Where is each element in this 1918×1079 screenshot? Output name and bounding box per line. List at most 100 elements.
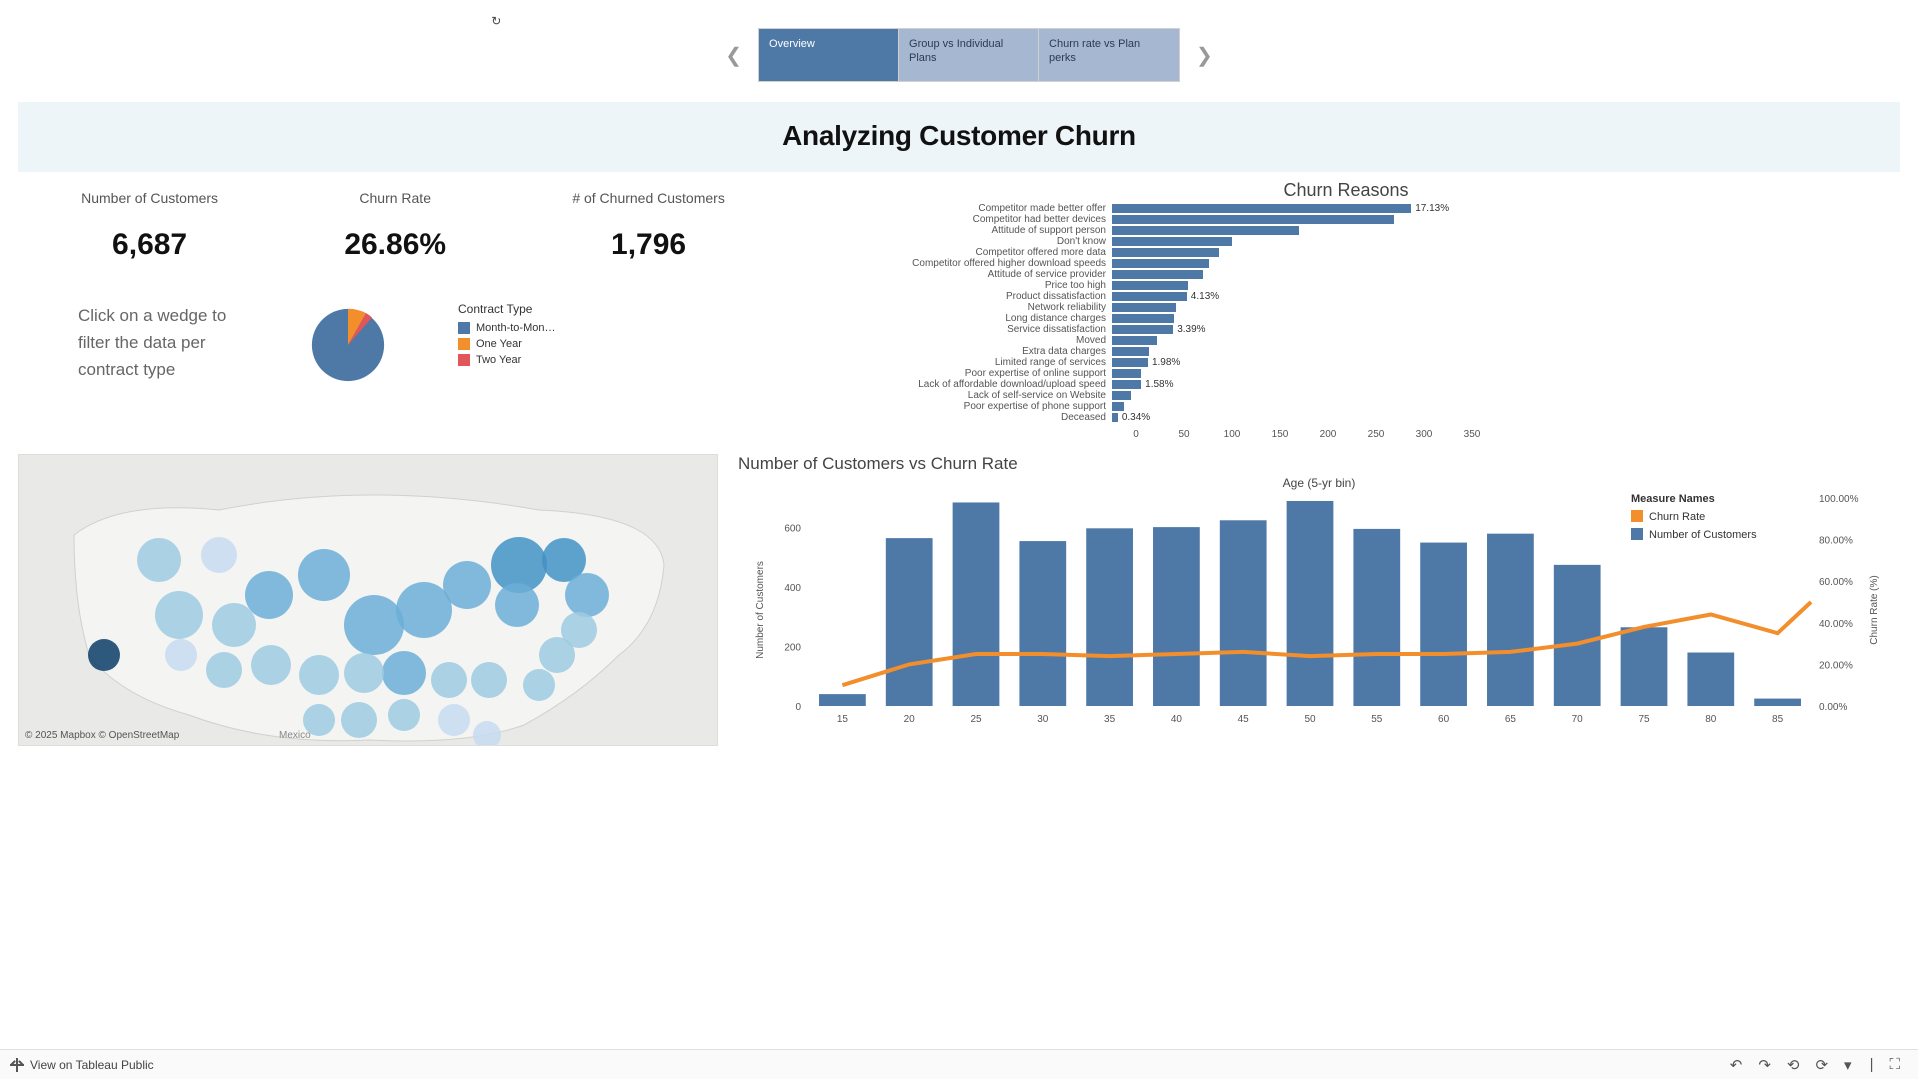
pie-hint-text: Click on a wedge to filter the data per … [18,302,248,388]
reasons-row[interactable]: Product dissatisfaction4.13% [1112,291,1900,302]
svg-text:Number of Customers: Number of Customers [755,561,766,659]
map-bubble[interactable] [382,651,426,695]
map-bubble[interactable] [299,655,339,695]
combo-bar[interactable] [1554,565,1601,706]
tab-overview[interactable]: Overview [759,29,899,81]
reasons-value-label: 3.39% [1177,324,1205,335]
reasons-row[interactable]: Long distance charges [1112,313,1900,324]
map-bubble[interactable] [344,595,404,655]
reasons-row[interactable]: Competitor offered more data [1112,247,1900,258]
svg-text:45: 45 [1238,714,1250,725]
refresh-toolbar-icon[interactable]: ⟳ [1815,1056,1828,1074]
reasons-value-label: 1.58% [1145,379,1173,390]
map-bubble[interactable] [341,702,377,738]
map-bubble[interactable] [471,662,507,698]
legend-item[interactable]: Two Year [458,354,555,366]
map-bubble[interactable] [344,653,384,693]
kpi-churn-rate: Churn Rate 26.86% [344,190,446,262]
redo-icon[interactable]: ↷ [1758,1056,1771,1074]
map-bubble[interactable] [201,537,237,573]
contract-type-pie[interactable] [305,302,391,388]
tabs-prev[interactable]: ❮ [719,43,748,68]
map-bubble[interactable] [155,591,203,639]
reasons-row[interactable]: Deceased0.34% [1112,412,1900,423]
reasons-bar [1112,226,1299,235]
reasons-label: Price too high [792,280,1110,291]
reasons-row[interactable]: Price too high [1112,280,1900,291]
map-bubble[interactable] [298,549,350,601]
undo-icon[interactable]: ↶ [1730,1056,1743,1074]
revert-icon[interactable]: ⟲ [1787,1056,1800,1074]
reasons-row[interactable]: Network reliability [1112,302,1900,313]
svg-text:0: 0 [795,702,801,713]
reasons-row[interactable]: Lack of self-service on Website [1112,390,1900,401]
reasons-row[interactable]: Moved [1112,335,1900,346]
map-bubble[interactable] [88,639,120,671]
svg-text:55: 55 [1371,714,1383,725]
reasons-row[interactable]: Competitor offered higher download speed… [1112,258,1900,269]
tab-set: Overview Group vs Individual Plans Churn… [758,28,1180,82]
dropdown-icon[interactable]: ▾ [1844,1056,1852,1074]
reasons-label: Poor expertise of phone support [792,401,1110,412]
map-bubble[interactable] [388,699,420,731]
map-bubble[interactable] [165,639,197,671]
tab-group-vs-individual[interactable]: Group vs Individual Plans [899,29,1039,81]
combo-bar[interactable] [1153,527,1200,706]
map-bubble[interactable] [438,704,470,736]
map-bubble[interactable] [523,669,555,701]
view-on-public-link[interactable]: View on Tableau Public [30,1058,154,1072]
customers-vs-churn-chart[interactable]: 02004006000.00%20.00%40.00%60.00%80.00%1… [738,492,1900,728]
map-bubble[interactable] [245,571,293,619]
legend-item[interactable]: One Year [458,338,555,350]
churn-reasons-title: Churn Reasons [792,180,1900,201]
reasons-row[interactable]: Competitor made better offer17.13% [1112,203,1900,214]
legend-label: One Year [476,338,522,350]
reasons-row[interactable]: Poor expertise of online support [1112,368,1900,379]
combo-bar[interactable] [1353,529,1400,706]
reasons-row[interactable]: Service dissatisfaction3.39% [1112,324,1900,335]
combo-bar[interactable] [1487,534,1534,706]
reasons-value-label: 1.98% [1152,357,1180,368]
churn-map[interactable]: © 2025 Mapbox © OpenStreetMap Mexico [18,454,718,746]
map-bubble[interactable] [206,652,242,688]
map-bubble[interactable] [495,583,539,627]
combo-bar[interactable] [1621,627,1668,706]
combo-bar[interactable] [1019,541,1066,706]
map-bubble[interactable] [443,561,491,609]
map-bubble[interactable] [212,603,256,647]
combo-bar[interactable] [1687,653,1734,706]
map-bubble[interactable] [539,637,575,673]
combo-bar[interactable] [953,502,1000,706]
kpi-label: # of Churned Customers [572,190,725,206]
reasons-row[interactable]: Attitude of support person [1112,225,1900,236]
map-bubble[interactable] [137,538,181,582]
tableau-footer: View on Tableau Public ↶ ↷ ⟲ ⟳ ▾ | ⛶ [0,1049,1918,1079]
reasons-row[interactable]: Lack of affordable download/upload speed… [1112,379,1900,390]
reasons-label: Moved [792,335,1110,346]
swatch-icon [458,338,470,350]
combo-bar[interactable] [886,538,933,706]
refresh-icon[interactable]: ↻ [491,14,501,28]
reasons-row[interactable]: Limited range of services1.98% [1112,357,1900,368]
legend-item[interactable]: Month-to-Mon… [458,322,555,334]
tab-churn-vs-perks[interactable]: Churn rate vs Plan perks [1039,29,1179,81]
map-bubble[interactable] [565,573,609,617]
swatch-icon [458,322,470,334]
combo-bar[interactable] [1754,699,1801,706]
fullscreen-icon[interactable]: ⛶ [1889,1056,1900,1073]
reasons-row[interactable]: Poor expertise of phone support [1112,401,1900,412]
map-bubble[interactable] [251,645,291,685]
combo-bar[interactable] [1420,543,1467,706]
combo-bar[interactable] [1220,520,1267,706]
reasons-row[interactable]: Don't know [1112,236,1900,247]
combo-bar[interactable] [819,694,866,706]
reasons-row[interactable]: Competitor had better devices [1112,214,1900,225]
map-bubble[interactable] [431,662,467,698]
tabs-next[interactable]: ❯ [1190,43,1219,68]
reasons-row[interactable]: Extra data charges [1112,346,1900,357]
map-bubble[interactable] [396,582,452,638]
combo-bar[interactable] [1287,501,1334,706]
combo-bar[interactable] [1086,528,1133,706]
churn-reasons-chart[interactable]: Competitor made better offer17.13%Compet… [792,203,1900,423]
reasons-row[interactable]: Attitude of service provider [1112,269,1900,280]
